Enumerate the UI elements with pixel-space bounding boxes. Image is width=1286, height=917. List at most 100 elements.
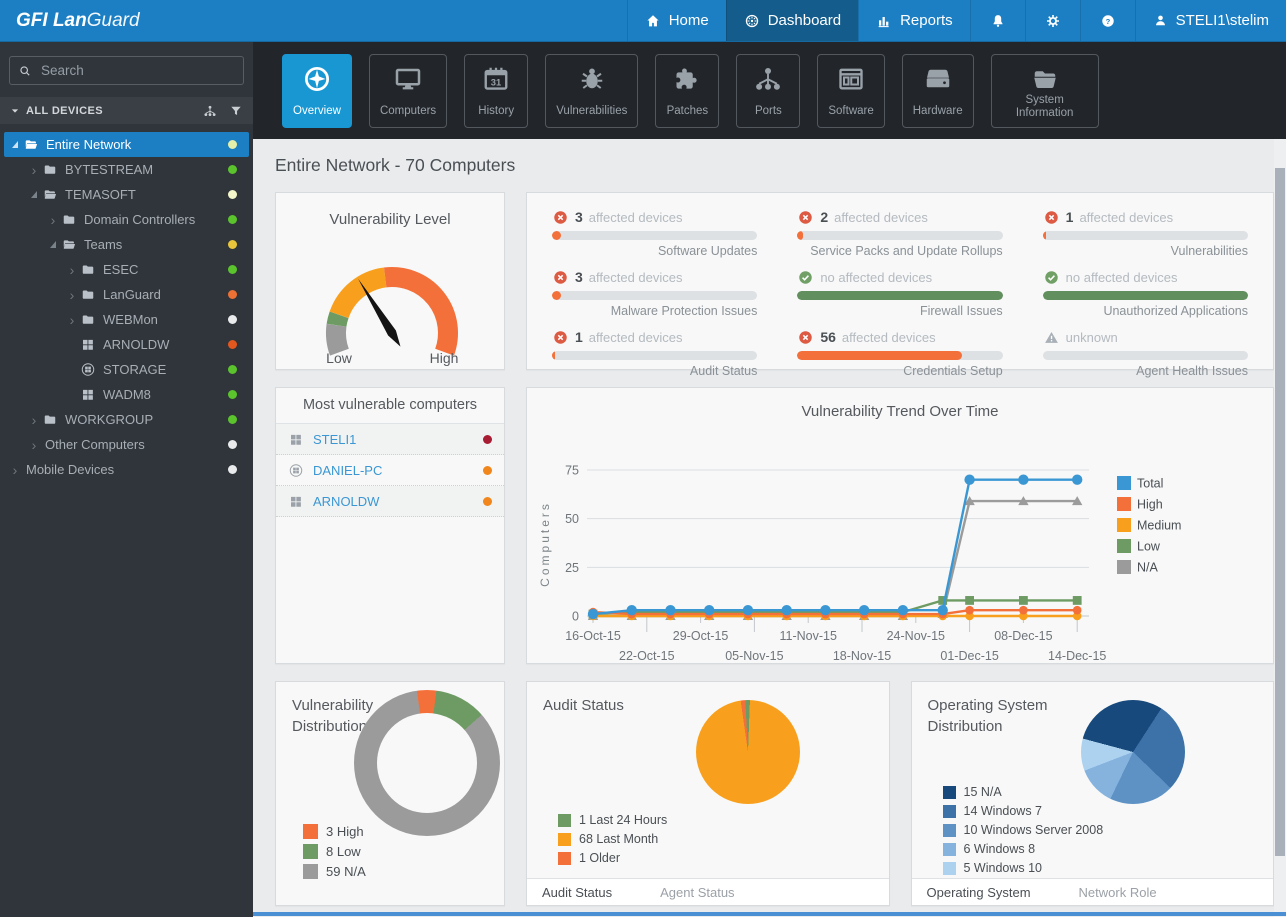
status-summary: no affected devices [797, 266, 1002, 288]
tree-item-label: WEBMon [103, 312, 158, 327]
computer-link[interactable]: ARNOLDW [313, 494, 379, 509]
status-grid: 3 affected devices Software Updates 2 af… [527, 193, 1273, 386]
tree-item-webmon[interactable]: › WEBMon [4, 307, 249, 332]
scrollbar[interactable] [1274, 139, 1286, 917]
tree-item-workgroup[interactable]: › WORKGROUP [4, 407, 249, 432]
tab-patches[interactable]: Patches [655, 53, 720, 128]
collapse-icon[interactable] [46, 241, 60, 248]
affected-text: affected devices [834, 209, 928, 225]
tree-item-teams[interactable]: Teams [4, 232, 249, 257]
vulnerable-computer-row[interactable]: DANIEL-PC [276, 455, 504, 486]
status-dot [228, 315, 237, 324]
legend-swatch [942, 804, 956, 818]
tree-item-storage[interactable]: STORAGE [4, 357, 249, 382]
hierarchy-icon[interactable] [203, 104, 217, 118]
collapse-icon[interactable] [8, 141, 22, 148]
expand-icon[interactable]: › [46, 213, 60, 227]
device-tree: Entire Network › BYTESTREAM TEMASOFT › Dom… [0, 132, 253, 482]
tab-label: Ports [754, 105, 782, 118]
status-label[interactable]: Agent Health Issues [1043, 364, 1248, 378]
tree-item-domain-controllers[interactable]: › Domain Controllers [4, 207, 249, 232]
legend-label: 59 N/A [326, 864, 366, 879]
nav-item-dashboard[interactable]: Dashboard [725, 0, 859, 41]
tab-agent-status[interactable]: Agent Status [660, 885, 734, 900]
ok-icon [1043, 269, 1060, 286]
tab-vulnerabilities[interactable]: Vulnerabilities [545, 53, 639, 128]
computer-link[interactable]: DANIEL-PC [313, 463, 382, 478]
tab-history[interactable]: 31 History [464, 53, 529, 128]
tab-overview[interactable]: Overview [282, 53, 352, 128]
status-dot [228, 390, 237, 399]
svg-text:11-Nov-15: 11-Nov-15 [779, 629, 836, 643]
tree-item-entire-network[interactable]: Entire Network [4, 132, 249, 157]
status-tile-software-updates: 3 affected devices Software Updates [552, 206, 758, 258]
filter-icon[interactable] [229, 104, 243, 118]
tab-operating-system[interactable]: Operating System [927, 885, 1031, 900]
computer-link[interactable]: STELI1 [313, 432, 356, 447]
tree-item-temasoft[interactable]: TEMASOFT [4, 182, 249, 207]
tree-item-languard[interactable]: › LanGuard [4, 282, 249, 307]
app-logo: GFI Lan Guard [0, 0, 156, 41]
tab-ports[interactable]: Ports [736, 53, 801, 128]
search-input[interactable] [39, 62, 235, 79]
legend-label: 6 Windows 8 [963, 842, 1036, 856]
user-menu[interactable]: STELI1\stelim [1134, 0, 1286, 41]
tab-computers[interactable]: Computers [368, 53, 448, 128]
expand-icon[interactable]: › [65, 263, 79, 277]
expand-icon[interactable]: › [27, 438, 41, 452]
nav-item-reports[interactable]: Reports [858, 0, 970, 41]
expand-icon[interactable]: › [8, 463, 22, 477]
status-label[interactable]: Unauthorized Applications [1043, 304, 1248, 318]
scrollbar-thumb[interactable] [1275, 168, 1285, 856]
tree-item-esec[interactable]: › ESEC [4, 257, 249, 282]
collapse-icon[interactable] [27, 191, 41, 198]
expand-icon[interactable]: › [65, 288, 79, 302]
tree-item-other-computers[interactable]: › Other Computers [4, 432, 249, 457]
svg-text:08-Dec-15: 08-Dec-15 [994, 629, 1052, 643]
status-label[interactable]: Vulnerabilities [1043, 244, 1248, 258]
status-label[interactable]: Credentials Setup [797, 364, 1002, 378]
vulnerable-computer-row[interactable]: STELI1 [276, 424, 504, 455]
legend-item-high: 3 High [303, 824, 366, 839]
dashboard-content: Entire Network - 70 Computers Vulnerabil… [253, 139, 1274, 917]
status-dot [228, 290, 237, 299]
nav-item-home[interactable]: Home [626, 0, 726, 41]
svg-text:Total: Total [1137, 477, 1163, 491]
severity-dot [483, 434, 492, 444]
tree-item-label: TEMASOFT [65, 187, 136, 202]
expand-icon[interactable]: › [27, 413, 41, 427]
audit-status-pie [696, 700, 800, 804]
status-dot [228, 190, 237, 199]
expand-icon[interactable]: › [27, 163, 41, 177]
tab-network-role[interactable]: Network Role [1079, 885, 1157, 900]
tab-hardware[interactable]: Hardware [901, 53, 974, 128]
settings-button[interactable] [1024, 0, 1080, 41]
legend-label: 1 Last 24 Hours [579, 813, 668, 827]
status-label[interactable]: Firewall Issues [797, 304, 1003, 318]
windows-icon [79, 387, 97, 402]
error-icon [797, 329, 814, 346]
tab-software[interactable]: Software [817, 53, 885, 128]
tree-item-arnoldw[interactable]: ARNOLDW [4, 332, 249, 357]
affected-text: affected devices [1079, 209, 1174, 225]
status-label[interactable]: Service Packs and Update Rollups [797, 244, 1002, 258]
status-tile-credentials-setup: 56 affected devices Credentials Setup [797, 326, 1003, 378]
all-devices-label: ALL DEVICES [26, 104, 103, 117]
progress-bar [797, 351, 1003, 360]
all-devices-header[interactable]: ALL DEVICES [0, 97, 253, 124]
tree-item-mobile-devices[interactable]: › Mobile Devices [4, 457, 249, 482]
tree-item-wadm8[interactable]: WADM8 [4, 382, 249, 407]
notifications-button[interactable] [969, 0, 1025, 41]
tab-label: Patches [666, 105, 709, 118]
expand-icon[interactable]: › [65, 313, 79, 327]
status-label[interactable]: Audit Status [552, 364, 757, 378]
audit-title: Audit Status [543, 697, 624, 714]
tab-audit-status[interactable]: Audit Status [542, 885, 612, 900]
vulnerable-computer-row[interactable]: ARNOLDW [276, 486, 504, 517]
status-label[interactable]: Malware Protection Issues [552, 304, 758, 318]
tab-system-information[interactable]: System Information [990, 53, 1099, 128]
svg-text:31: 31 [491, 77, 501, 87]
tree-item-bytestream[interactable]: › BYTESTREAM [4, 157, 249, 182]
help-button[interactable]: ? [1079, 0, 1135, 41]
status-label[interactable]: Software Updates [552, 244, 757, 258]
